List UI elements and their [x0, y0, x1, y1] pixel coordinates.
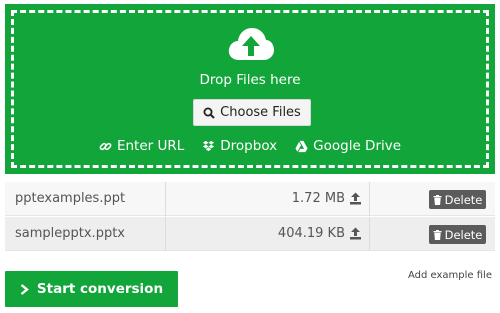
file-row: pptexamples.ppt 1.72 MB Delete	[5, 182, 495, 216]
delete-label: Delete	[444, 227, 483, 242]
dropbox-icon	[203, 140, 215, 151]
file-name: samplepptx.pptx	[15, 226, 125, 241]
google-drive-label: Google Drive	[313, 138, 402, 154]
link-icon	[99, 142, 112, 150]
drop-files-text: Drop Files here	[199, 72, 301, 88]
column-divider	[165, 182, 166, 216]
dropbox-label: Dropbox	[220, 138, 278, 154]
cloud-upload-icon	[228, 28, 274, 60]
google-drive-icon	[295, 140, 308, 152]
column-divider	[369, 182, 370, 216]
choose-files-label: Choose Files	[220, 105, 301, 120]
start-conversion-button[interactable]: Start conversion	[5, 271, 178, 307]
upload-icon	[350, 192, 361, 205]
upload-sources: Enter URL Dropbox Google Drive	[5, 138, 495, 154]
add-example-file-link[interactable]: Add example file	[408, 270, 492, 281]
chevron-right-icon	[20, 283, 29, 295]
google-drive-link[interactable]: Google Drive	[295, 138, 401, 154]
trash-icon	[433, 229, 442, 240]
dropbox-link[interactable]: Dropbox	[202, 138, 277, 154]
enter-url-link[interactable]: Enter URL	[99, 138, 184, 154]
file-name: pptexamples.ppt	[15, 191, 126, 206]
file-dropzone[interactable]: Drop Files here Choose Files Enter URL D…	[5, 4, 495, 174]
upload-icon	[350, 227, 361, 240]
file-size: 1.72 MB	[291, 191, 345, 206]
delete-button[interactable]: Delete	[429, 190, 486, 209]
file-size: 404.19 KB	[277, 226, 345, 241]
delete-button[interactable]: Delete	[429, 225, 486, 244]
search-icon	[203, 107, 215, 119]
column-divider	[165, 217, 166, 251]
start-conversion-label: Start conversion	[36, 281, 164, 297]
choose-files-button[interactable]: Choose Files	[193, 99, 311, 126]
trash-icon	[433, 194, 442, 205]
delete-label: Delete	[444, 192, 483, 207]
file-row: samplepptx.pptx 404.19 KB Delete	[5, 217, 495, 251]
column-divider	[369, 217, 370, 251]
enter-url-label: Enter URL	[116, 138, 185, 154]
